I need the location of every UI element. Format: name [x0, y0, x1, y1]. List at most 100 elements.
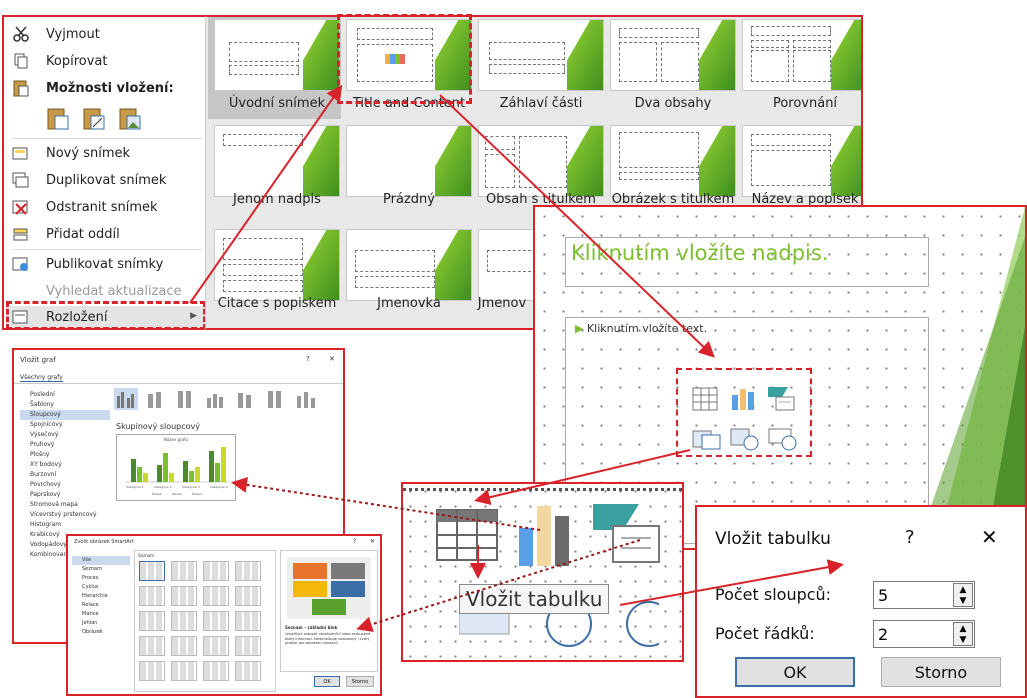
layout-thumb-picture-caption[interactable] [610, 125, 736, 197]
smartart-layout-thumb[interactable] [139, 561, 165, 581]
paste-picture-icon[interactable] [118, 107, 142, 135]
smartart-layout-thumb[interactable] [139, 586, 165, 606]
cancel-button[interactable]: Storno [346, 676, 374, 687]
stacked-column-icon[interactable] [144, 388, 168, 410]
chart-category-item[interactable]: Stromová mapa [20, 500, 110, 510]
layout-thumb-comparison[interactable] [742, 19, 861, 91]
layout-thumb-blank[interactable] [346, 125, 472, 197]
3d-clustered-column-icon[interactable] [204, 388, 228, 410]
chart-category-item[interactable]: Vícevrstvý prstencový [20, 510, 110, 520]
help-icon[interactable]: ? [306, 355, 310, 363]
chart-subtype-icons [114, 388, 339, 416]
rows-spinner[interactable]: ▲ ▼ [953, 622, 973, 646]
smartart-layout-thumb[interactable] [235, 561, 261, 581]
columns-spinner[interactable]: ▲ ▼ [953, 583, 973, 607]
smartart-layout-thumb[interactable] [139, 636, 165, 656]
3d-column-icon[interactable] [294, 388, 318, 410]
smartart-layout-thumb[interactable] [203, 561, 229, 581]
smartart-category-item[interactable]: Obrázek [72, 628, 130, 637]
menu-item-duplicate-slide[interactable]: Duplikovat snímek [10, 169, 200, 191]
smartart-category-item[interactable]: Vše [72, 556, 130, 565]
stacked-100-column-icon[interactable] [174, 388, 198, 410]
smartart-layout-thumb[interactable] [203, 611, 229, 631]
menu-item-copy[interactable]: Kopírovat [10, 50, 200, 72]
zoom-insert-chart-icon[interactable] [515, 502, 575, 566]
chart-preview[interactable]: Název grafu Kategorie 1 Kategorie 2 Kate… [116, 434, 236, 501]
smartart-layout-thumb[interactable] [203, 636, 229, 656]
menu-item-cut[interactable]: Vyjmout [10, 23, 200, 45]
chart-category-item[interactable]: Sloupcový [20, 410, 110, 420]
smartart-layout-thumb[interactable] [235, 636, 261, 656]
chart-category-item[interactable]: Histogram [20, 520, 110, 530]
chart-category-item[interactable]: Pruhový [20, 440, 110, 450]
spin-down-icon[interactable]: ▼ [960, 635, 967, 645]
smartart-layout-thumb[interactable] [235, 611, 261, 631]
smartart-category-item[interactable]: Jehlan [72, 619, 130, 628]
smartart-layout-thumb[interactable] [235, 586, 261, 606]
smartart-layout-thumb[interactable] [139, 611, 165, 631]
layout-thumb-title-only[interactable] [214, 125, 340, 197]
zoomed-icons-panel: Vložit tabulku [401, 482, 684, 662]
smartart-layout-thumb[interactable] [203, 586, 229, 606]
smartart-layout-thumb[interactable] [203, 661, 229, 681]
layout-thumb-title-slide[interactable] [214, 19, 340, 91]
smartart-layout-thumb[interactable] [171, 661, 197, 681]
ok-button[interactable]: OK [314, 676, 340, 687]
highlight-title-content [337, 14, 472, 104]
3d-stacked-column-icon[interactable] [234, 388, 258, 410]
smartart-layout-thumb[interactable] [171, 561, 197, 581]
paste-icon [10, 79, 32, 97]
smartart-category-item[interactable]: Relace [72, 601, 130, 610]
chart-category-item[interactable]: Plošný [20, 450, 110, 460]
help-icon[interactable]: ? [353, 538, 356, 545]
chart-category-item[interactable]: XY bodový [20, 460, 110, 470]
layout-thumb-quote-caption[interactable] [214, 229, 340, 301]
layout-thumb-two-content[interactable] [610, 19, 736, 91]
spin-up-icon[interactable]: ▲ [960, 624, 967, 634]
menu-item-delete-slide[interactable]: Odstranit snímek [10, 196, 200, 218]
menu-item-add-section[interactable]: Přidat oddíl [10, 223, 200, 245]
zoom-insert-table-icon[interactable] [435, 508, 501, 564]
chart-category-item[interactable]: Burzovní [20, 470, 110, 480]
new-slide-icon [10, 144, 32, 162]
spin-down-icon[interactable]: ▼ [960, 596, 967, 606]
clustered-column-icon[interactable] [114, 388, 138, 410]
smartart-category-item[interactable]: Cyklus [72, 583, 130, 592]
cancel-button[interactable]: Storno [881, 657, 1001, 687]
paste-keep-format-icon[interactable] [46, 107, 70, 135]
slide-title-text[interactable]: Kliknutím vložíte nadpis. [571, 241, 829, 265]
smartart-category-item[interactable]: Proces [72, 574, 130, 583]
smartart-layout-thumb[interactable] [171, 636, 197, 656]
smartart-category-item[interactable]: Hierarchie [72, 592, 130, 601]
chart-category-item[interactable]: Poslední [20, 390, 110, 400]
chart-category-item[interactable]: Spojnicový [20, 420, 110, 430]
layout-thumb-content-caption[interactable] [478, 125, 604, 197]
smartart-layout-thumb[interactable] [139, 661, 165, 681]
ok-button[interactable]: OK [735, 657, 855, 687]
layout-thumb-title-caption[interactable] [742, 125, 861, 197]
close-icon[interactable]: ✕ [370, 538, 375, 545]
smartart-category-item[interactable]: Matice [72, 610, 130, 619]
paste-merge-format-icon[interactable] [82, 107, 106, 135]
chart-category-item[interactable]: Výsečový [20, 430, 110, 440]
chart-category-item[interactable]: Šablony [20, 400, 110, 410]
menu-item-new-slide[interactable]: Nový snímek [10, 142, 200, 164]
smartart-layout-thumb[interactable] [235, 661, 261, 681]
close-icon[interactable]: ✕ [329, 355, 335, 363]
close-icon[interactable]: ✕ [981, 525, 998, 549]
layout-thumb-section-header[interactable] [478, 19, 604, 91]
help-icon[interactable]: ? [905, 527, 915, 548]
smartart-layout-thumb[interactable] [171, 611, 197, 631]
smartart-category-item[interactable]: Seznam [72, 565, 130, 574]
zoom-insert-smartart-icon[interactable] [593, 504, 663, 566]
chart-category-item[interactable]: Paprskový [20, 490, 110, 500]
spin-up-icon[interactable]: ▲ [960, 585, 967, 595]
chart-category-item[interactable]: Povrchový [20, 480, 110, 490]
3d-stacked-100-icon[interactable] [264, 388, 288, 410]
layout-thumb-name-card[interactable] [346, 229, 472, 301]
tab-all-charts[interactable]: Všechny grafy [20, 374, 63, 382]
smartart-layout-thumb[interactable] [171, 586, 197, 606]
menu-item-publish-slides[interactable]: Publikovat snímky [10, 253, 200, 275]
slide-body-text[interactable]: ▶ Kliknutím vložíte text. [575, 322, 707, 335]
layout-label: Úvodní snímek [228, 96, 326, 111]
